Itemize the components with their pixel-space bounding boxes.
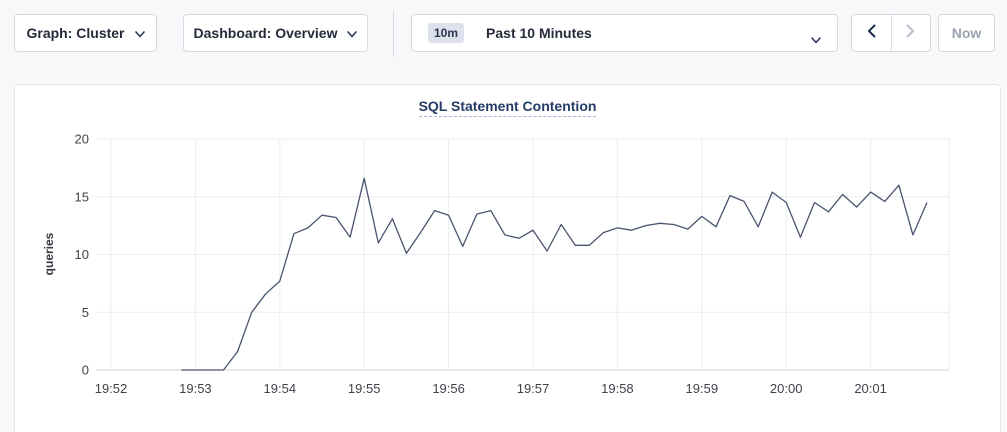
- x-tick-label: 19:58: [601, 381, 634, 396]
- x-tick-label: 20:00: [770, 381, 803, 396]
- chevron-down-icon: [135, 25, 145, 41]
- graph-dropdown[interactable]: Graph: Cluster: [14, 14, 157, 52]
- chart-card: SQL Statement Contention queries 0510152…: [14, 84, 1001, 432]
- now-button[interactable]: Now: [938, 14, 995, 52]
- x-tick-label: 19:59: [686, 381, 719, 396]
- time-range-label: Past 10 Minutes: [486, 25, 592, 41]
- chart-svg[interactable]: 0 5 10 15 20 19:52 19:53 19:54 19:55 19:56 19:57 19…: [15, 85, 1002, 432]
- y-tick-label: 20: [75, 132, 89, 147]
- time-step-button-group: [851, 14, 931, 52]
- toolbar-divider: [393, 11, 394, 57]
- chevron-right-icon: [906, 24, 915, 43]
- previous-time-button[interactable]: [852, 15, 891, 51]
- x-tick-label: 19:57: [517, 381, 550, 396]
- time-range-dropdown[interactable]: 10m Past 10 Minutes: [411, 14, 838, 52]
- time-range-badge: 10m: [428, 23, 464, 43]
- y-tick-label: 15: [75, 189, 89, 204]
- chevron-down-icon: [811, 31, 821, 47]
- dashboard-dropdown-label: Dashboard: Overview: [194, 25, 338, 41]
- x-tick-label: 19:56: [432, 381, 465, 396]
- x-tick-label: 19:52: [95, 381, 128, 396]
- next-time-button[interactable]: [891, 15, 931, 51]
- y-tick-label: 10: [75, 247, 89, 262]
- y-tick-label: 5: [82, 305, 89, 320]
- x-tick-label: 19:53: [179, 381, 212, 396]
- chevron-down-icon: [347, 25, 357, 41]
- graph-dropdown-label: Graph: Cluster: [26, 25, 124, 41]
- x-tick-label: 19:54: [264, 381, 297, 396]
- series-line: [181, 178, 927, 370]
- chevron-left-icon: [867, 24, 876, 43]
- x-tick-label: 20:01: [854, 381, 887, 396]
- x-tick-label: 19:55: [348, 381, 381, 396]
- dashboard-dropdown[interactable]: Dashboard: Overview: [183, 14, 368, 52]
- y-tick-label: 0: [82, 363, 89, 378]
